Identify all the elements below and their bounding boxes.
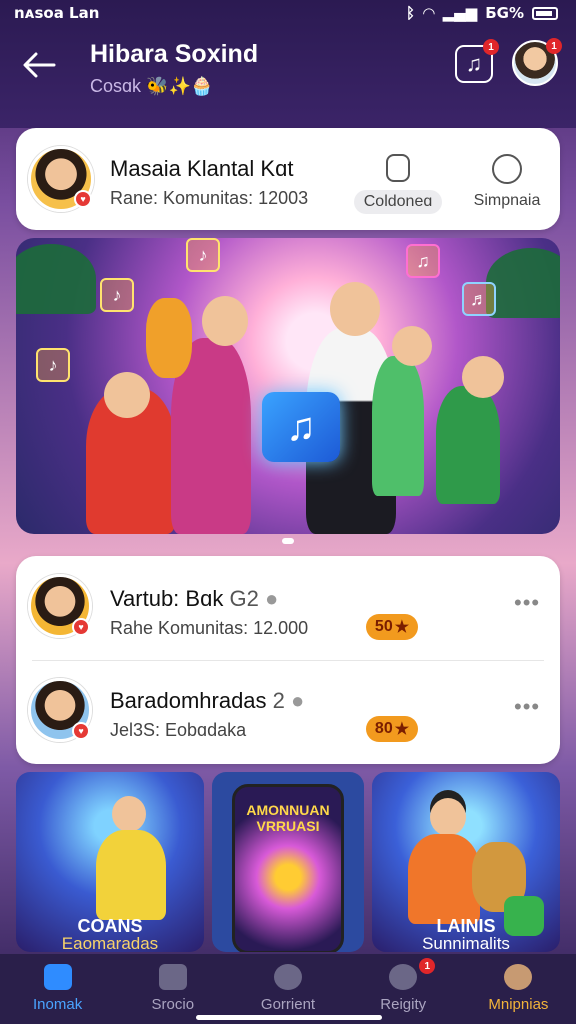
bottom-nav: Inomak Srocio Gorrient 1 Reigity Mnipnia… — [0, 954, 576, 1024]
person-icon — [492, 154, 522, 184]
message-icon — [386, 154, 410, 182]
person-figure — [436, 386, 500, 504]
app-header: nᴀsoa Lan ᛒ ◠ ▂▄▆ ƂG% Hibara Soxind Cosɑ… — [0, 0, 576, 128]
palm-tree-right — [486, 248, 560, 318]
tile-subtitle: Sunnimalits — [422, 934, 510, 952]
action-button-1[interactable]: Coldoneɑ — [351, 154, 445, 214]
list-item-meta: Rahe Komunitas: 12.000 — [110, 618, 309, 638]
chat-icon — [389, 964, 418, 990]
palm-tree-left — [16, 244, 96, 314]
person-head — [104, 372, 150, 418]
battery-percent: ƂG% — [485, 4, 524, 22]
community-list: ♥ Vartub: Bɑk G2 ● Rahe Komunitas: 12.00… — [16, 556, 560, 764]
avatar-badge: 1 — [546, 38, 562, 54]
action-1-label: Coldoneɑ — [353, 190, 443, 214]
profile-name: Masaia Klantal Kɑt — [110, 156, 294, 181]
action-2-label: Simpnaia — [473, 192, 541, 209]
emoji-decoration: 🐝✨🧁 — [146, 76, 214, 96]
nav-item-explore[interactable]: Gorrient — [230, 954, 345, 1024]
tile-card[interactable]: AMONNUAN VRRUASI — [212, 772, 364, 952]
carousel-indicator[interactable] — [282, 538, 294, 544]
heart-icon: ♥ — [74, 190, 92, 208]
arrow-left-icon — [23, 52, 56, 78]
more-options-icon[interactable]: ••• — [514, 590, 540, 616]
person-figure — [146, 298, 192, 378]
home-icon — [43, 964, 72, 990]
person-figure — [372, 356, 424, 496]
notification-badge: 1 — [483, 39, 499, 55]
page-subtitle: Cosɑk 🐝✨🧁 — [90, 76, 214, 96]
nav-item-profile[interactable]: Mnipnias — [461, 954, 576, 1024]
more-options-icon[interactable]: ••• — [514, 694, 540, 720]
status-bar: nᴀsoa Lan ᛒ ◠ ▂▄▆ ƂG% — [0, 0, 576, 26]
action-button-2[interactable]: Simpnaia — [462, 154, 552, 210]
person-head — [430, 798, 466, 836]
status-carrier: nᴀsoa Lan — [14, 4, 100, 22]
nav-item-search[interactable]: Srocio — [115, 954, 230, 1024]
person-head — [112, 796, 146, 832]
music-button[interactable]: ♫ 1 — [455, 39, 499, 83]
heart-icon: ♥ — [72, 618, 90, 636]
featured-banner[interactable]: ♪ ♫ ♪ ♬ ♪ ♫ — [16, 238, 560, 534]
music-note-icon: ♫ — [465, 51, 483, 76]
profile-meta: Rane: Komunitas: 12003 — [110, 188, 309, 208]
person-figure — [408, 834, 480, 924]
home-indicator[interactable] — [196, 1015, 382, 1020]
music-tile-icon: ♪ — [100, 278, 134, 312]
heart-icon: ♥ — [72, 722, 90, 740]
person-figure — [96, 830, 166, 920]
compass-icon — [274, 964, 302, 990]
tile-subtitle: Eaomaradas — [61, 934, 159, 952]
profile-card[interactable]: ♥ Masaia Klantal Kɑt Rane: Komunitas: 12… — [16, 128, 560, 230]
tile-card[interactable]: LAINIS Sunnimalits — [372, 772, 560, 952]
coin-badge: 80 ★ — [366, 716, 418, 742]
signal-icon: ▂▄▆ — [442, 4, 478, 22]
list-item-name: Baradomhradas 2 ● — [110, 688, 305, 713]
star-icon: ★ — [394, 721, 410, 738]
list-item-name: Vartub: Bɑk G2 ● — [110, 586, 279, 611]
divider — [32, 660, 544, 661]
nav-item-home[interactable]: Inomak — [0, 954, 115, 1024]
page-title: Hibara Soxind — [90, 40, 259, 68]
music-tile-icon: ♬ — [462, 282, 496, 316]
wifi-icon: ◠ — [423, 4, 435, 22]
tile-card[interactable]: COANS Eaomaradas — [16, 772, 204, 952]
profile-avatar-icon — [504, 964, 533, 990]
bluetooth-icon: ᛒ — [406, 4, 416, 22]
person-head — [392, 326, 432, 366]
user-avatar[interactable]: 1 — [512, 38, 562, 86]
person-head — [330, 282, 380, 336]
building-icon — [158, 964, 187, 990]
music-cube-icon: ♫ — [262, 392, 340, 462]
nav-item-activity[interactable]: 1 Reigity — [346, 954, 461, 1024]
coin-badge: 50 ★ — [366, 614, 418, 640]
list-item-meta: Jel3S: Eobɑdaka — [110, 720, 247, 740]
battery-icon — [532, 6, 558, 20]
back-button[interactable] — [20, 46, 58, 84]
music-tile-icon: ♪ — [36, 348, 70, 382]
star-icon: ★ — [394, 619, 410, 636]
tile-title: AMONNUAN VRRUASI — [246, 802, 330, 834]
nav-badge: 1 — [419, 958, 436, 974]
music-tile-icon: ♫ — [406, 244, 440, 278]
person-head — [202, 296, 248, 346]
person-head — [462, 356, 504, 398]
music-tile-icon: ♪ — [186, 238, 220, 272]
